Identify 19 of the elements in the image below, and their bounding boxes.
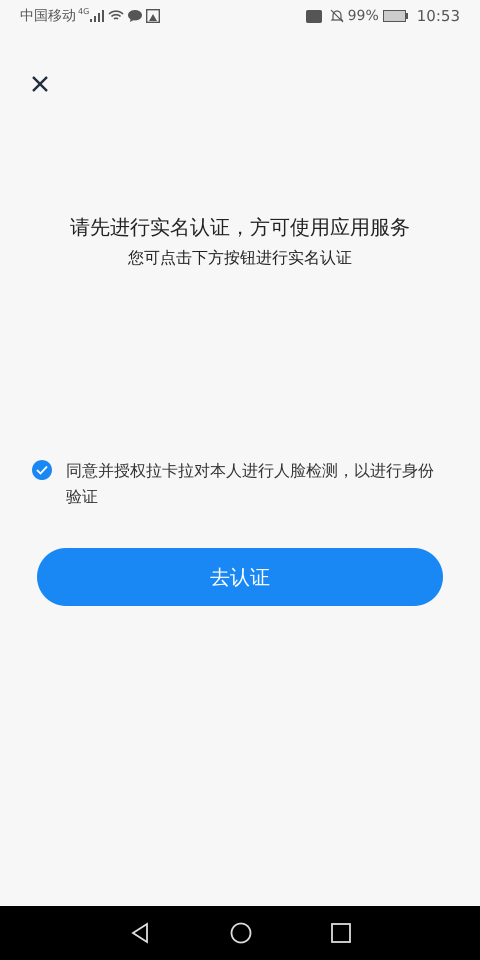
verify-button[interactable]: 去认证	[37, 548, 443, 606]
page-title: 请先进行实名认证，方可使用应用服务	[70, 214, 410, 241]
battery-percent: 99%	[348, 6, 379, 26]
image-alert-icon	[146, 9, 160, 23]
agree-checkbox[interactable]	[32, 460, 52, 480]
recents-icon[interactable]	[330, 923, 351, 943]
agreement-text: 同意并授权拉卡拉对本人进行人脸检测，以进行身份验证	[66, 460, 435, 508]
chat-icon	[128, 10, 142, 22]
carrier-name: 中国移动	[20, 6, 76, 26]
bell-muted-icon	[330, 9, 344, 23]
page-subtitle: 您可点击下方按钮进行实名认证	[128, 247, 352, 269]
home-icon[interactable]	[230, 922, 252, 944]
signal-icon	[90, 10, 104, 22]
close-icon[interactable]	[30, 74, 50, 94]
network-type: 4G	[78, 6, 90, 18]
battery-icon	[382, 10, 409, 22]
clock-time: 10:53	[416, 6, 460, 27]
wifi-icon	[108, 10, 124, 22]
check-icon	[36, 465, 48, 475]
